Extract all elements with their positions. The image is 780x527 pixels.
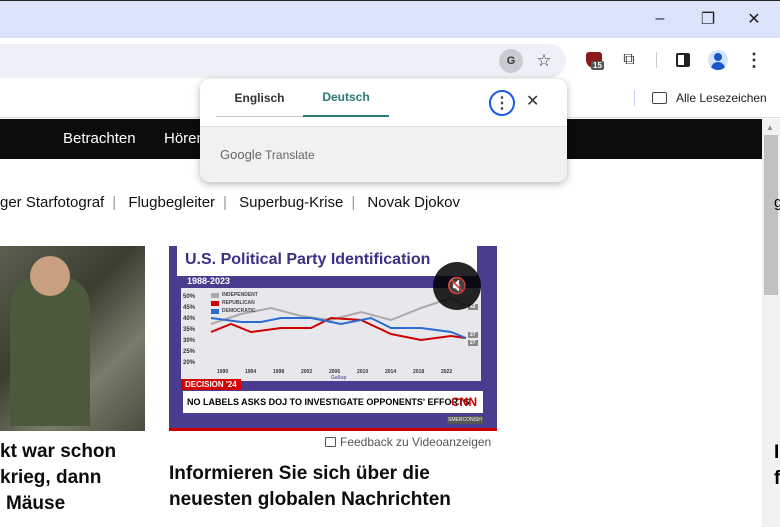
trending-link[interactable]: Novak Djokov [367,194,460,211]
video-chart-area: 50% 45% 40% 35% 30% 25% 20% INDEPENDENT … [181,288,481,381]
legend-item-independent: INDEPENDENT [211,292,258,298]
x-tick-label: 2002 [301,369,313,375]
x-tick-label: 2022 [441,369,453,375]
chart-source: Gallup [331,375,347,381]
x-tick-label: 2010 [357,369,369,375]
chyron-text: NO LABELS ASKS DOJ TO INVESTIGATE OPPONE… [187,397,470,407]
all-bookmarks-link[interactable]: Alle Lesezeichen [676,91,767,105]
video-player[interactable]: U.S. Political Party Identification 1988… [169,246,497,431]
video-chart-title: U.S. Political Party Identification [185,251,431,268]
trending-bar: ger Starfotograf | Flugbegleiter | Superbu… [0,194,460,211]
y-tick-label: 40% [183,316,196,322]
side-panel-icon[interactable] [676,53,690,67]
feedback-icon [325,437,336,447]
x-tick-label: 2018 [413,369,425,375]
y-tick-label: 30% [183,338,196,344]
legend-item-republican: REPUBLICAN [211,300,255,306]
restore-button[interactable]: ❐ [688,7,728,31]
nav-item-hoeren[interactable]: Hören [164,130,205,147]
chyron: NO LABELS ASKS DOJ TO INVESTIGATE OPPONE… [183,391,483,413]
translate-options-icon[interactable]: ⋮ [489,90,515,116]
scroll-up-arrow-icon[interactable]: ▲ [766,123,774,132]
trending-link[interactable]: ger Starfotograf [0,194,104,211]
y-tick-label: 35% [183,327,196,333]
extension-badge: 15 [591,61,604,70]
video-feedback-link[interactable]: Feedback zu Videoanzeigen [325,435,491,449]
close-popup-icon[interactable]: ✕ [526,91,539,111]
y-tick-label: 45% [183,305,196,311]
folder-icon [652,92,667,104]
cnn-logo: CNN [451,395,477,409]
minimize-button[interactable]: – [640,7,680,31]
nav-item-betrachten[interactable]: Betrachten [63,130,136,147]
video-chart-subtitle: 1988-2023 [187,276,231,286]
y-tick-label: 50% [183,294,196,300]
left-story-headline[interactable]: kt war schon krieg, dann Mäuse [0,439,116,517]
y-tick-label: 20% [183,360,196,366]
google-translate-brand: Google Translate [220,147,315,162]
scrollbar[interactable]: ▲ [762,119,780,527]
story-image-left[interactable] [0,246,145,431]
end-label-republican: 27 [468,332,478,338]
cut-off-text: I [774,442,780,463]
x-tick-label: 1998 [273,369,285,375]
center-story-headline[interactable]: Informieren Sie sich über die neuesten g… [169,461,489,513]
trending-link[interactable]: Superbug-Krise [239,194,343,211]
feedback-text: Feedback zu Videoanzeigen [340,435,492,449]
title-bar: – ❐ ✕ [0,0,780,38]
tab-englisch[interactable]: Englisch [216,79,303,117]
chrome-menu-icon[interactable]: ⋮ [744,49,764,71]
mute-toggle-icon[interactable]: 🔇 [433,262,481,310]
x-tick-label: 1990 [217,369,229,375]
divider [634,90,635,106]
banner-tag: DECISION '24 [181,379,241,390]
extensions-puzzle-icon[interactable]: ⧉ [618,49,640,71]
scrollbar-thumb[interactable] [764,135,778,295]
x-tick-label: 1994 [245,369,257,375]
y-tick-label: 25% [183,349,196,355]
cut-off-text: g [774,194,780,211]
shield-extension-icon[interactable]: 15 [586,52,604,70]
translate-popup: Englisch Deutsch ⋮ ✕ Google Translate [200,79,567,182]
cut-off-text: f [774,468,780,489]
divider [656,52,657,68]
show-tag: SMERCONISH [447,416,483,424]
bookmark-star-icon[interactable]: ☆ [532,49,556,73]
tab-deutsch[interactable]: Deutsch [303,79,389,117]
x-tick-label: 2014 [385,369,397,375]
close-window-button[interactable]: ✕ [734,7,774,31]
trending-link[interactable]: Flugbegleiter [128,194,215,211]
end-label-democratic: 27 [468,340,478,346]
translate-icon[interactable]: G [499,49,523,73]
video-chart-header: U.S. Political Party Identification [177,246,477,276]
profile-avatar[interactable] [708,50,728,70]
address-bar[interactable]: G ☆ [0,44,566,78]
legend-item-democratic: DEMOCRATIC [211,308,256,314]
translate-footer: Google Translate [200,126,567,182]
